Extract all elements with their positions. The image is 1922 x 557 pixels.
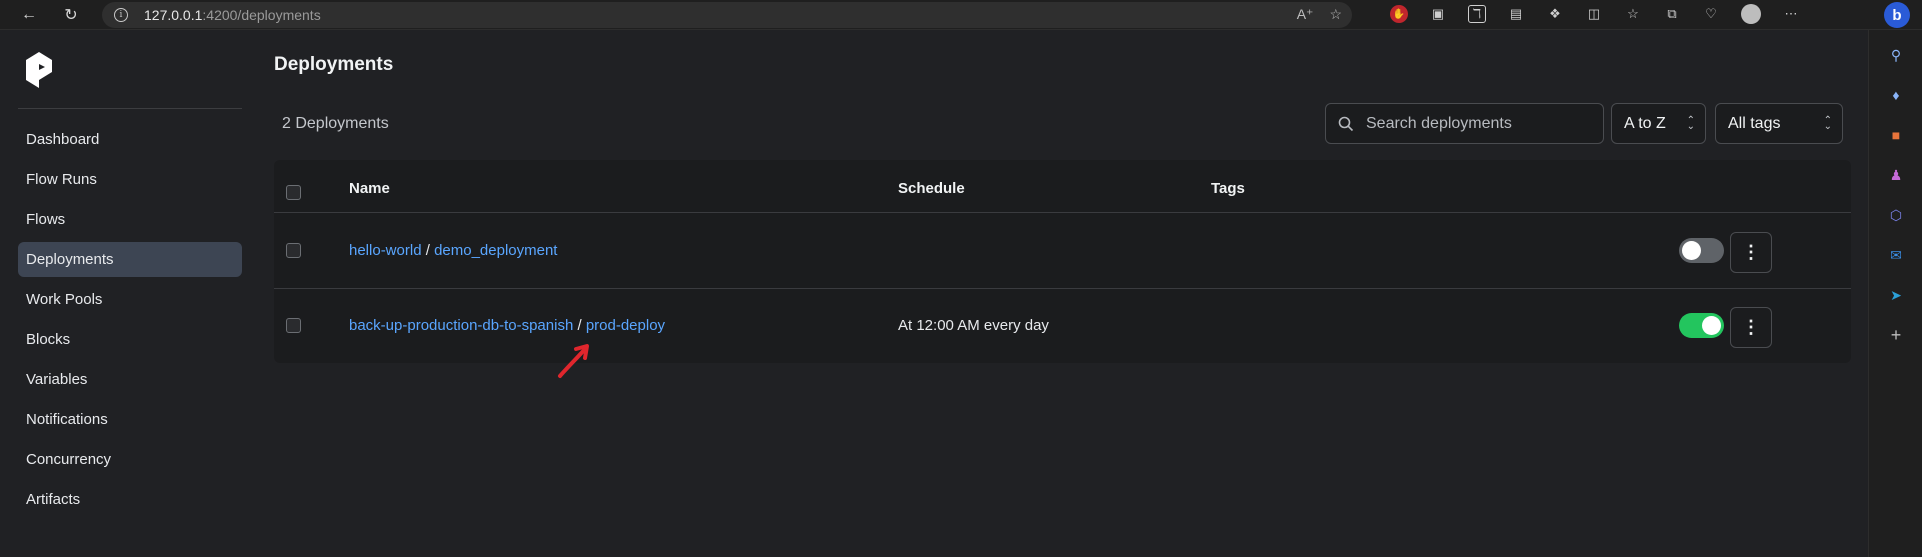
prefect-logo-icon[interactable] — [26, 52, 52, 88]
address-bar[interactable]: i 127.0.0.1:4200/deployments A⁺ ☆ — [102, 2, 1352, 28]
sidebar-item-notifications[interactable]: Notifications — [18, 402, 242, 437]
sidebar-item-artifacts[interactable]: Artifacts — [18, 482, 242, 517]
column-header-tags[interactable]: Tags — [1211, 180, 1245, 197]
profile-avatar[interactable] — [1741, 4, 1761, 24]
row-checkbox[interactable] — [286, 243, 301, 258]
url-path: :4200/deployments — [202, 7, 321, 23]
sidebar-item-work-pools[interactable]: Work Pools — [18, 282, 242, 317]
select-all-checkbox[interactable] — [286, 185, 301, 200]
edge-sidebar: ⚲ ♦ ■ ♟ ⬡ ✉ ➤ + — [1868, 30, 1922, 557]
row-divider — [274, 288, 1851, 289]
drop-icon[interactable]: ➤ — [1887, 286, 1905, 304]
microsoft-365-icon[interactable]: ⬡ — [1887, 206, 1905, 224]
sidebar-item-concurrency[interactable]: Concurrency — [18, 442, 242, 477]
search-box[interactable] — [1325, 103, 1604, 144]
chevron-up-down-icon: ⌃ ⌄ — [1686, 114, 1695, 132]
extension-icon[interactable]: ℸ — [1468, 5, 1486, 23]
url-host: 127.0.0.1 — [144, 7, 203, 23]
games-icon[interactable]: ♟ — [1887, 166, 1905, 184]
column-header-schedule[interactable]: Schedule — [898, 180, 965, 197]
toggle-knob — [1682, 241, 1701, 260]
deployment-active-toggle[interactable] — [1679, 238, 1724, 263]
outlook-icon[interactable]: ✉ — [1887, 246, 1905, 264]
name-separator: / — [425, 242, 430, 259]
sort-select-value: A to Z — [1624, 114, 1666, 132]
page-title: Deployments — [274, 54, 394, 75]
search-icon[interactable]: ⚲ — [1887, 46, 1905, 64]
add-icon[interactable]: + — [1887, 325, 1905, 345]
deployment-name-cell: back-up-production-db-to-spanish / prod-… — [349, 317, 665, 334]
deployment-link[interactable]: prod-deploy — [586, 317, 665, 334]
sidebar-item-blocks[interactable]: Blocks — [18, 322, 242, 357]
tools-briefcase-icon[interactable]: ■ — [1887, 126, 1905, 144]
favorite-star-icon[interactable]: ☆ — [1329, 6, 1342, 23]
extension-icon[interactable]: ▣ — [1429, 5, 1447, 23]
more-options-button[interactable]: ⋮ — [1730, 232, 1772, 273]
column-header-name[interactable]: Name — [349, 180, 390, 197]
tags-filter-select[interactable]: All tags ⌃ ⌄ — [1715, 103, 1843, 144]
sidebar-item-variables[interactable]: Variables — [18, 362, 242, 397]
deployments-table: Name Schedule Tags hello-world / demo_de… — [274, 160, 1851, 363]
collections-icon[interactable]: ⧉ — [1663, 5, 1681, 23]
deployment-active-toggle[interactable] — [1679, 313, 1724, 338]
favorites-icon[interactable]: ☆ — [1624, 5, 1642, 23]
kebab-menu-icon: ⋮ — [1742, 242, 1760, 262]
row-checkbox[interactable] — [286, 318, 301, 333]
flow-link[interactable]: back-up-production-db-to-spanish — [349, 317, 573, 334]
search-icon — [1338, 116, 1354, 131]
split-screen-icon[interactable]: ◫ — [1585, 5, 1603, 23]
sidebar-item-flows[interactable]: Flows — [18, 202, 242, 237]
sidebar-item-deployments[interactable]: Deployments — [18, 242, 242, 277]
chevron-up-down-icon: ⌃ ⌄ — [1823, 114, 1832, 132]
name-separator: / — [577, 317, 582, 334]
toggle-knob — [1702, 316, 1721, 335]
browser-toolbar: ← ↻ i 127.0.0.1:4200/deployments A⁺ ☆ ✋ … — [0, 0, 1922, 30]
back-icon[interactable]: ← — [14, 0, 44, 30]
extension-icon[interactable]: ▤ — [1507, 5, 1525, 23]
extensions-bar: ✋ ▣ ℸ ▤ ❖ ◫ ☆ ⧉ ♡ ⋯ — [1390, 4, 1800, 24]
sidebar-item-flow-runs[interactable]: Flow Runs — [18, 162, 242, 197]
copilot-bing-icon[interactable]: b — [1884, 2, 1910, 28]
browser-essentials-icon[interactable]: ♡ — [1702, 5, 1720, 23]
shopping-tag-icon[interactable]: ♦ — [1887, 86, 1905, 104]
more-options-button[interactable]: ⋮ — [1730, 307, 1772, 348]
deployment-link[interactable]: demo_deployment — [434, 242, 557, 259]
flow-link[interactable]: hello-world — [349, 242, 422, 259]
read-aloud-icon[interactable]: A⁺ — [1297, 6, 1314, 23]
sidebar-item-dashboard[interactable]: Dashboard — [18, 122, 242, 157]
more-menu-icon[interactable]: ⋯ — [1782, 5, 1800, 23]
search-input[interactable] — [1366, 114, 1586, 133]
tags-select-value: All tags — [1728, 114, 1781, 132]
deployment-name-cell: hello-world / demo_deployment — [349, 242, 557, 259]
deployments-count: 2 Deployments — [282, 115, 389, 132]
schedule-cell: At 12:00 AM every day — [898, 317, 1049, 334]
adblock-extension-icon[interactable]: ✋ — [1390, 5, 1408, 23]
reload-icon[interactable]: ↻ — [56, 0, 86, 30]
extensions-puzzle-icon[interactable]: ❖ — [1546, 5, 1564, 23]
row-divider — [274, 212, 1851, 213]
annotation-arrow-icon — [558, 344, 589, 378]
sidebar-divider — [18, 108, 242, 109]
app-sidebar: Dashboard Flow Runs Flows Deployments Wo… — [0, 30, 252, 557]
sort-select[interactable]: A to Z ⌃ ⌄ — [1611, 103, 1706, 144]
kebab-menu-icon: ⋮ — [1742, 317, 1760, 337]
site-info-icon[interactable]: i — [114, 8, 128, 22]
